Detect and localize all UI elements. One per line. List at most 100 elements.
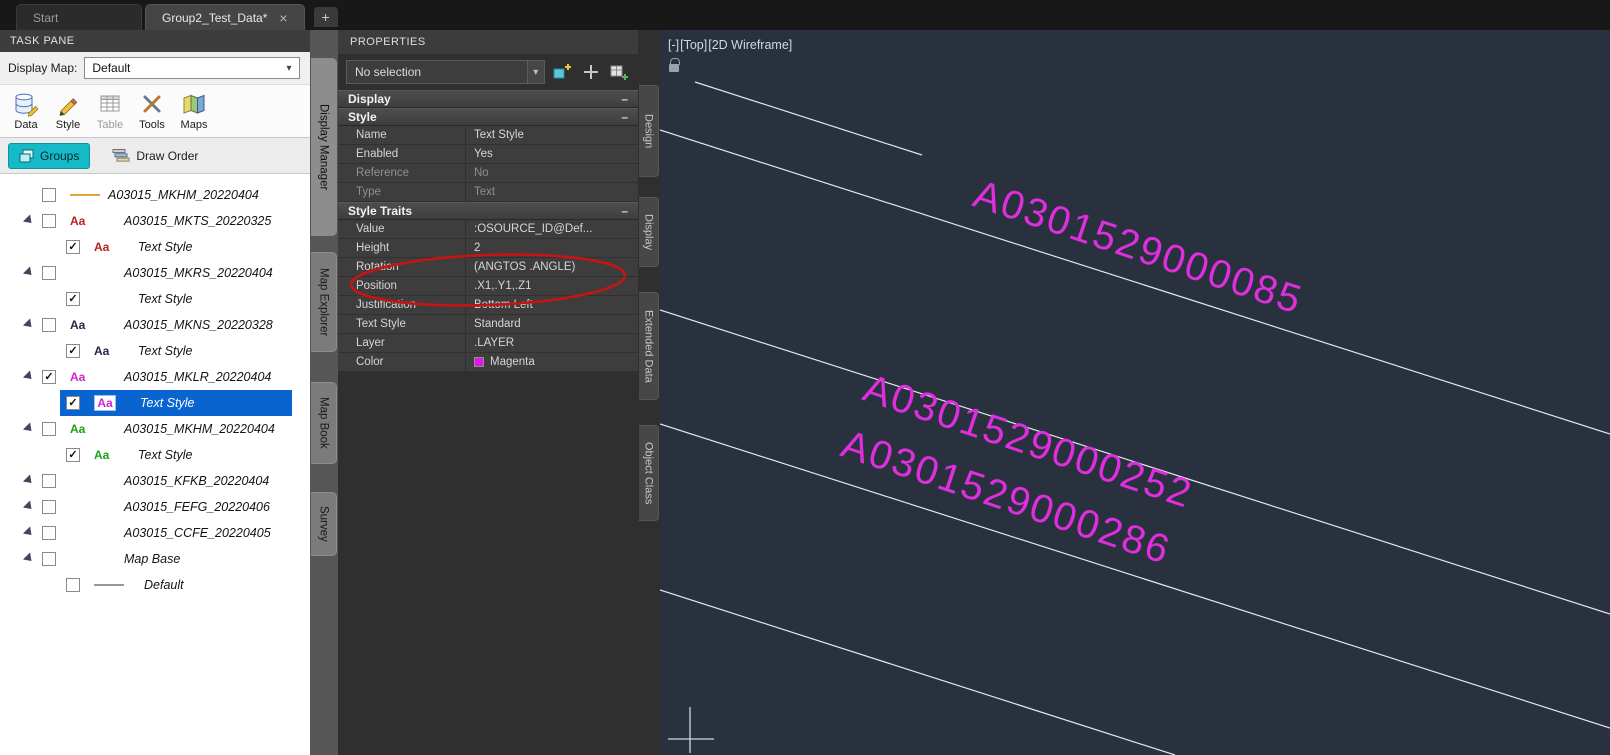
checkbox-checked[interactable]: ✓	[66, 240, 80, 254]
add-selection-button[interactable]	[580, 61, 601, 83]
property-row-rotation[interactable]: Rotation (ANGTOS .ANGLE)	[338, 258, 638, 277]
checkbox[interactable]	[66, 578, 80, 592]
data-button[interactable]: Data	[8, 87, 44, 135]
property-value[interactable]: Yes	[466, 145, 638, 163]
checkbox[interactable]	[42, 188, 56, 202]
tree-label: Text Style	[138, 240, 193, 254]
tree-row-fefg[interactable]: A03015_FEFG_20220406	[0, 494, 310, 520]
file-tab-start[interactable]: Start	[16, 4, 142, 30]
property-row-name[interactable]: Name Text Style	[338, 126, 638, 145]
checkbox-checked[interactable]: ✓	[66, 448, 80, 462]
tree-row-ccfe[interactable]: A03015_CCFE_20220405	[0, 520, 310, 546]
viewport-menu-control[interactable]: [-]	[668, 38, 679, 52]
drawing-viewport[interactable]: [-] [Top] [2D Wireframe] A0301529000085 …	[660, 30, 1610, 755]
property-value[interactable]: :OSOURCE_ID@Def...	[466, 220, 638, 238]
attach-data-button[interactable]	[609, 61, 630, 83]
expand-arrow-icon[interactable]	[22, 214, 36, 227]
tab-survey[interactable]: Survey	[311, 492, 337, 556]
property-row-height[interactable]: Height 2	[338, 239, 638, 258]
section-style[interactable]: Style –	[338, 108, 638, 126]
tab-extended-data[interactable]: Extended Data	[639, 292, 659, 400]
property-value[interactable]: 2	[466, 239, 638, 257]
checkbox-checked[interactable]: ✓	[66, 292, 80, 306]
tools-button[interactable]: Tools	[134, 87, 170, 135]
tree-row-mkhm[interactable]: Aa A03015_MKHM_20220404	[0, 416, 310, 442]
tree-row-mkts-textstyle[interactable]: ✓ Aa Text Style	[0, 234, 310, 260]
property-row-value[interactable]: Value :OSOURCE_ID@Def...	[338, 220, 638, 239]
expand-arrow-icon[interactable]	[22, 370, 36, 383]
tree-row-mkrs[interactable]: A03015_MKRS_20220404	[0, 260, 310, 286]
property-row-justification[interactable]: Justification Bottom Left	[338, 296, 638, 315]
tree-row-mkhm-textstyle[interactable]: ✓ Aa Text Style	[0, 442, 310, 468]
checkbox[interactable]	[42, 214, 56, 228]
expand-arrow-icon[interactable]	[22, 500, 36, 513]
tree-row-mkhm-line[interactable]: A03015_MKHM_20220404	[0, 182, 310, 208]
collapse-icon[interactable]: –	[621, 204, 628, 218]
tree-row-mklr[interactable]: ✓ Aa A03015_MKLR_20220404	[0, 364, 310, 390]
property-value[interactable]: .X1,.Y1,.Z1	[466, 277, 638, 295]
tree-row-mkns[interactable]: Aa A03015_MKNS_20220328	[0, 312, 310, 338]
checkbox-checked[interactable]: ✓	[66, 396, 80, 410]
section-display[interactable]: Display –	[338, 90, 638, 108]
checkbox-checked[interactable]: ✓	[66, 344, 80, 358]
tab-display-manager[interactable]: Display Manager	[311, 58, 337, 236]
tab-display[interactable]: Display	[639, 197, 659, 267]
tree-row-default[interactable]: Default	[0, 572, 310, 598]
checkbox-checked[interactable]: ✓	[42, 370, 56, 384]
checkbox[interactable]	[42, 318, 56, 332]
property-value[interactable]: .LAYER	[466, 334, 638, 352]
tab-object-class[interactable]: Object Class	[639, 425, 659, 521]
style-button[interactable]: Style	[50, 87, 86, 135]
section-style-traits[interactable]: Style Traits –	[338, 202, 638, 220]
layer-line-icon	[70, 194, 100, 196]
property-value[interactable]: Magenta	[466, 353, 638, 371]
expand-arrow-icon[interactable]	[22, 552, 36, 565]
property-row-enabled[interactable]: Enabled Yes	[338, 145, 638, 164]
expand-arrow-icon[interactable]	[22, 422, 36, 435]
table-button[interactable]: Table	[92, 87, 128, 135]
checkbox[interactable]	[42, 526, 56, 540]
tree-label: A03015_MKHM_20220404	[108, 188, 259, 202]
draw-order-button[interactable]: Draw Order	[104, 143, 206, 169]
viewport-view-control[interactable]: [Top]	[680, 38, 707, 52]
property-row-layer[interactable]: Layer .LAYER	[338, 334, 638, 353]
close-tab-icon[interactable]: ×	[279, 11, 287, 25]
tree-row-kfkb[interactable]: A03015_KFKB_20220404	[0, 468, 310, 494]
checkbox[interactable]	[42, 422, 56, 436]
create-style-button[interactable]	[552, 61, 573, 83]
checkbox[interactable]	[42, 500, 56, 514]
property-value[interactable]: Standard	[466, 315, 638, 333]
tab-map-book[interactable]: Map Book	[311, 382, 337, 464]
groups-button[interactable]: Groups	[8, 142, 91, 169]
color-value: Magenta	[490, 356, 535, 368]
checkbox[interactable]	[42, 266, 56, 280]
tab-map-explorer[interactable]: Map Explorer	[311, 252, 337, 352]
tree-row-map-base[interactable]: Map Base	[0, 546, 310, 572]
attach-data-icon	[610, 65, 629, 80]
tab-design[interactable]: Design	[639, 85, 659, 177]
selection-dropdown[interactable]: No selection ▾	[346, 60, 545, 84]
tree-row-mkns-textstyle[interactable]: ✓ Aa Text Style	[0, 338, 310, 364]
display-map-select[interactable]: Default ▾	[84, 57, 300, 79]
property-value[interactable]: (ANGTOS .ANGLE)	[466, 258, 638, 276]
tree-row-mkrs-textstyle[interactable]: ✓ Text Style	[0, 286, 310, 312]
expand-arrow-icon[interactable]	[22, 266, 36, 279]
tree-row-mklr-textstyle-selected[interactable]: ✓ Aa Text Style	[0, 390, 310, 416]
checkbox[interactable]	[42, 552, 56, 566]
property-value[interactable]: Bottom Left	[466, 296, 638, 314]
tree-row-mkts[interactable]: Aa A03015_MKTS_20220325	[0, 208, 310, 234]
checkbox[interactable]	[42, 474, 56, 488]
property-row-color[interactable]: Color Magenta	[338, 353, 638, 372]
expand-arrow-icon[interactable]	[22, 474, 36, 487]
property-value[interactable]: Text Style	[466, 126, 638, 144]
expand-arrow-icon[interactable]	[22, 318, 36, 331]
new-tab-button[interactable]: +	[313, 7, 338, 27]
expand-arrow-icon[interactable]	[22, 526, 36, 539]
property-row-text-style[interactable]: Text Style Standard	[338, 315, 638, 334]
viewport-visual-style-control[interactable]: [2D Wireframe]	[708, 38, 792, 52]
property-row-position[interactable]: Position .X1,.Y1,.Z1	[338, 277, 638, 296]
file-tab-group2-test-data[interactable]: Group2_Test_Data* ×	[145, 4, 305, 30]
maps-button[interactable]: Maps	[176, 87, 212, 135]
collapse-icon[interactable]: –	[621, 110, 628, 124]
collapse-icon[interactable]: –	[621, 92, 628, 106]
